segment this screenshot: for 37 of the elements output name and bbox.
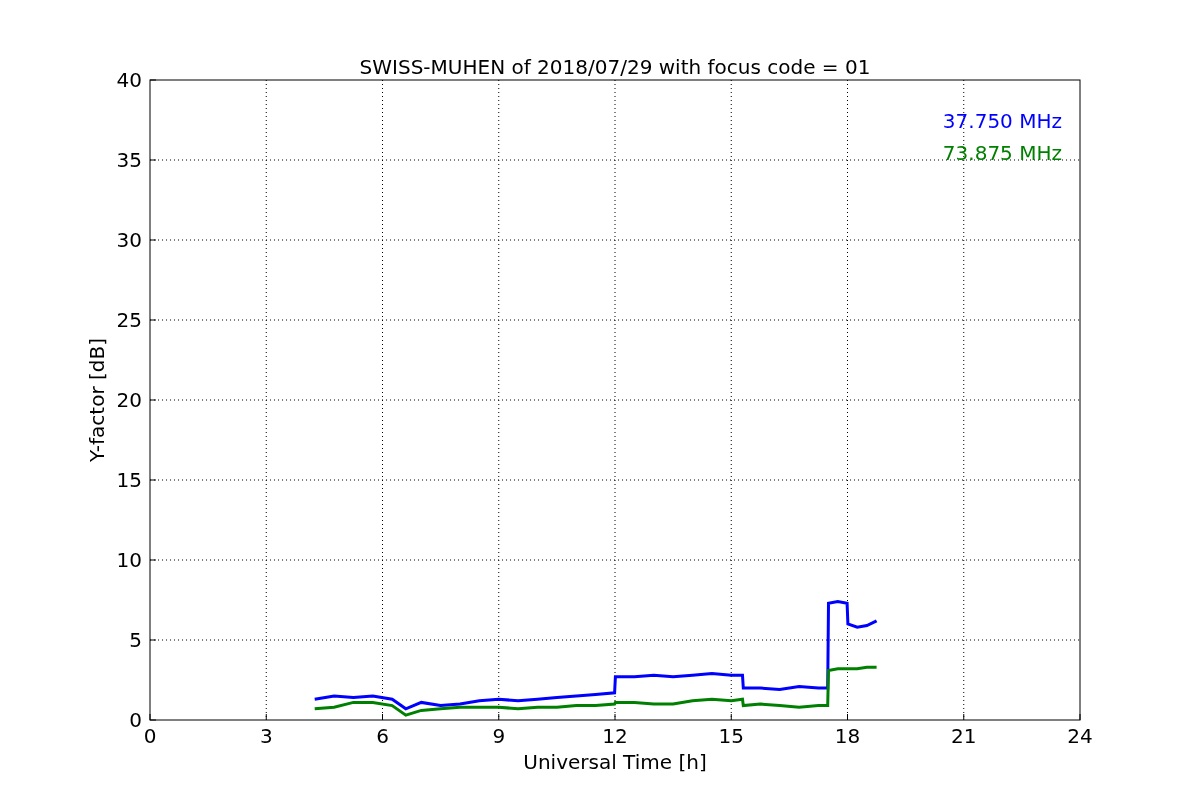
- tick-mark: [265, 713, 267, 721]
- y-tick-label: 40: [116, 68, 142, 92]
- x-tick-label: 21: [951, 724, 977, 748]
- tick-mark: [730, 713, 732, 721]
- x-tick-label: 15: [718, 724, 744, 748]
- tick-mark: [847, 713, 848, 721]
- y-tick-label: 20: [116, 388, 142, 412]
- x-axis-label: Universal Time [h]: [523, 750, 707, 774]
- legend-label: 37.750 MHz: [942, 109, 1062, 133]
- x-tick-label: 24: [1067, 724, 1093, 748]
- tick-mark: [149, 319, 157, 321]
- y-tick-label: 0: [129, 708, 142, 732]
- y-tick-label: 25: [116, 308, 142, 332]
- tick-mark: [149, 159, 157, 161]
- x-tick-label: 0: [143, 724, 157, 748]
- tick-mark: [614, 713, 616, 721]
- x-tick-label: 18: [834, 724, 861, 748]
- tick-mark: [149, 399, 157, 401]
- tick-mark: [149, 479, 157, 481]
- tick-mark: [149, 639, 157, 641]
- chart-title: SWISS-MUHEN of 2018/07/29 with focus code = 01: [359, 55, 871, 79]
- x-tick-label: 9: [492, 724, 506, 748]
- y-tick-label: 5: [129, 628, 142, 652]
- y-tick-label: 10: [116, 548, 142, 572]
- tick-mark: [149, 239, 157, 241]
- y-axis-label: Y-factor [dB]: [85, 338, 109, 462]
- x-tick-label: 3: [259, 724, 273, 748]
- tick-mark: [963, 713, 965, 721]
- y-tick-label: 35: [116, 148, 142, 172]
- tick-mark: [498, 713, 500, 721]
- x-tick-label: 12: [602, 724, 628, 748]
- tick-mark: [382, 713, 383, 721]
- legend-label: 73.875 MHz: [942, 141, 1062, 165]
- x-tick-label: 6: [376, 724, 389, 748]
- y-tick-label: 30: [116, 228, 142, 252]
- tick-mark: [149, 559, 157, 561]
- y-tick-label: 15: [116, 468, 142, 492]
